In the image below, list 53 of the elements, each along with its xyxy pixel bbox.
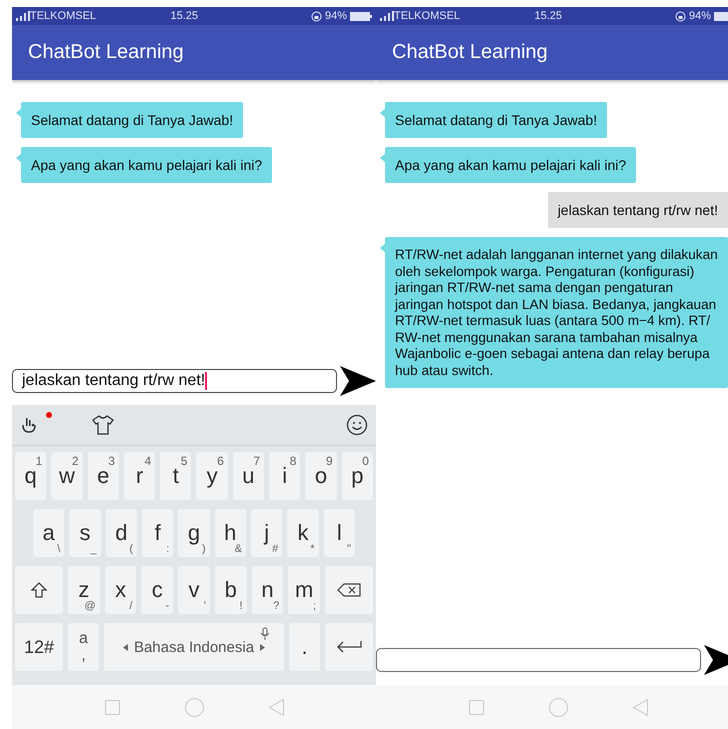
- keyboard-key[interactable]: j #: [250, 509, 282, 557]
- carrier-name: TELKOMSEL: [394, 10, 462, 22]
- bubble-tail: [380, 153, 386, 163]
- enter-icon: [336, 640, 362, 654]
- keyboard-key[interactable]: k *: [287, 509, 319, 557]
- keyboard-key[interactable]: b !: [214, 566, 247, 614]
- left-arrow-icon: [122, 644, 128, 650]
- status-time: 15.25: [170, 10, 200, 22]
- hand-icon[interactable]: [20, 416, 38, 434]
- app-title: ChatBot Learning: [392, 41, 548, 64]
- microphone-icon: [260, 627, 270, 641]
- rotation-lock-icon: [674, 10, 686, 22]
- keyboard-key[interactable]: n ?: [252, 566, 284, 614]
- battery-icon: [350, 12, 372, 20]
- space-key[interactable]: Bahasa Indonesia: [104, 623, 284, 671]
- keyboard-key[interactable]: h &: [214, 509, 246, 557]
- smiley-icon[interactable]: [346, 414, 368, 436]
- battery-percent: 94%: [688, 10, 711, 22]
- keyboard-key[interactable]: g ): [178, 509, 210, 557]
- shift-key[interactable]: [15, 566, 63, 614]
- signal-icon: [16, 11, 30, 21]
- keyboard-key[interactable]: a ,: [68, 623, 99, 671]
- carrier-name: TELKOMSEL: [30, 10, 98, 22]
- backspace-icon: [337, 583, 362, 597]
- keyboard-key[interactable]: a \: [33, 509, 64, 557]
- keyboard-key[interactable]: c -: [141, 566, 174, 614]
- backspace-key[interactable]: [325, 566, 374, 614]
- bubble-tail: [380, 108, 386, 118]
- send-icon[interactable]: [340, 366, 376, 396]
- shirt-icon[interactable]: [92, 415, 114, 435]
- keyboard-key[interactable]: d (: [106, 509, 137, 557]
- keyboard-key[interactable]: x /: [104, 566, 136, 614]
- keyboard-key[interactable]: m ;: [288, 566, 320, 614]
- keyboard-key[interactable]: s _: [69, 509, 101, 557]
- rotation-lock-icon: [310, 10, 322, 22]
- app-title: ChatBot Learning: [28, 41, 184, 64]
- status-time: 15.25: [534, 10, 564, 22]
- keyboard-key[interactable]: .: [289, 623, 320, 671]
- message-input[interactable]: jelaskan tentang rt/rw net!: [12, 369, 337, 393]
- shift-icon: [30, 581, 48, 599]
- user-message: jelaskan tentang rt/rw net!: [548, 192, 728, 228]
- battery-percent: 94%: [324, 10, 347, 22]
- keyboard-key[interactable]: l ": [324, 509, 355, 557]
- message-input[interactable]: [376, 648, 701, 672]
- signal-icon: [380, 11, 394, 21]
- keyboard-key[interactable]: 12#: [15, 623, 63, 671]
- bubble-tail: [16, 108, 22, 118]
- bubble-tail: [380, 243, 386, 253]
- bubble-tail: [16, 153, 22, 163]
- keyboard-key[interactable]: v ': [178, 566, 210, 614]
- keyboard-key[interactable]: z @: [68, 566, 100, 614]
- keyboard-key[interactable]: f :: [142, 509, 174, 557]
- right-arrow-icon: [260, 644, 266, 650]
